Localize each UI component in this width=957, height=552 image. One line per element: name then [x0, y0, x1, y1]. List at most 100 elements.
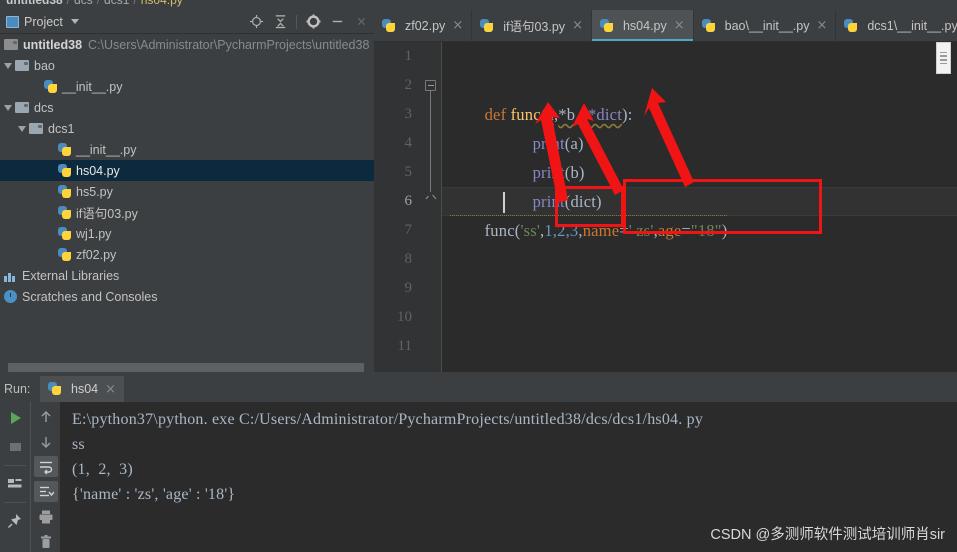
tree-item-hs04-py[interactable]: hs04.py: [0, 160, 374, 181]
gear-icon[interactable]: [302, 11, 324, 33]
toolbar-divider: [296, 14, 297, 29]
minimize-icon[interactable]: [326, 11, 348, 33]
editor-fold-column[interactable]: [420, 42, 442, 372]
inspection-line: [940, 62, 947, 65]
expand-arrow-icon[interactable]: [4, 104, 12, 111]
scroll-to-end-icon[interactable]: [33, 481, 58, 502]
inspection-line: [940, 59, 947, 61]
line-number: 11: [397, 338, 412, 354]
locate-icon[interactable]: [245, 11, 267, 33]
stop-icon[interactable]: [3, 435, 27, 459]
project-panel-toolbar: [245, 11, 374, 33]
close-icon[interactable]: ×: [452, 19, 463, 32]
fold-region-line: [430, 91, 431, 195]
breadcrumb-folder-dcs[interactable]: dcs: [74, 0, 93, 7]
python-file-icon: [58, 205, 72, 220]
chevron-down-icon[interactable]: [70, 19, 79, 24]
line-number: 4: [404, 135, 413, 151]
editor-tab-zf02-py[interactable]: zf02.py ×: [374, 10, 473, 41]
code-param-star-star-dict: **dict: [579, 105, 622, 124]
tree-item-scratches-and-consoles[interactable]: Scratches and Consoles: [0, 286, 374, 307]
tree-item-bao[interactable]: bao: [0, 55, 374, 76]
clear-all-icon[interactable]: [34, 531, 58, 552]
python-file-icon: [58, 142, 72, 157]
text-caret: [503, 192, 505, 213]
tree-item-zf02-py[interactable]: zf02.py: [0, 244, 374, 265]
tree-item-if-03-py[interactable]: if语句03.py: [0, 202, 374, 223]
project-panel-title-group[interactable]: Project: [0, 15, 79, 29]
soft-wrap-icon[interactable]: [33, 456, 58, 477]
tree-item-label: __init__.py: [62, 79, 123, 94]
breadcrumb-sep-3: /: [133, 0, 137, 7]
fold-collapse-icon[interactable]: [425, 80, 436, 91]
tree-root-name: untitled38: [23, 37, 83, 52]
run-tab-hs04[interactable]: hs04 ×: [40, 376, 125, 402]
python-file-icon: [44, 79, 58, 94]
code-call-func: func: [484, 221, 515, 240]
layout-icon[interactable]: [3, 472, 27, 496]
scroll-down-icon[interactable]: [34, 431, 58, 452]
editor-gutter[interactable]: 1 2 3 4 5 6 7 8 9 10 11: [374, 42, 420, 372]
editor-tab-label: bao\__init__.py: [724, 18, 810, 33]
scroll-up-icon[interactable]: [34, 406, 58, 427]
collapse-all-icon[interactable]: [269, 11, 291, 33]
run-toolbar-left: [0, 402, 30, 552]
tree-item-label: __init__.py: [76, 142, 137, 157]
tree-item-hs5-py[interactable]: hs5.py: [0, 181, 374, 202]
python-file-icon: [58, 184, 72, 199]
python-file-icon: [599, 18, 614, 33]
python-file-icon: [382, 18, 396, 33]
code-line-2: def func(a,*b,**dict):: [450, 71, 633, 124]
tree-item-label: bao: [34, 58, 55, 73]
folder-icon: [29, 123, 43, 134]
pin-icon[interactable]: [3, 509, 27, 533]
project-panel-title: Project: [24, 14, 63, 29]
sidebar-scroll-thumb[interactable]: [8, 363, 364, 372]
close-icon[interactable]: ×: [674, 19, 685, 32]
folder-icon: [15, 60, 29, 71]
print-icon[interactable]: [34, 506, 58, 527]
breadcrumb-file[interactable]: hs04.py: [141, 0, 183, 7]
tree-item-dcs1[interactable]: dcs1: [0, 118, 374, 139]
tree-item--init-py[interactable]: __init__.py: [0, 139, 374, 160]
close-panel-icon[interactable]: [350, 11, 372, 33]
editor-tab-label: zf02.py: [405, 18, 446, 33]
breadcrumb-folder-dcs1[interactable]: dcs1: [104, 0, 129, 7]
line-number: 7: [404, 222, 413, 238]
project-tree[interactable]: untitled38 C:\Users\Administrator\Pychar…: [0, 34, 374, 358]
close-icon[interactable]: ×: [572, 19, 583, 32]
sidebar-horizontal-scrollbar[interactable]: [0, 358, 374, 376]
tree-item-external-libraries[interactable]: External Libraries: [0, 265, 374, 286]
code-arg-str-ss: 'ss': [520, 221, 541, 240]
breadcrumb-sep-1: /: [66, 0, 71, 7]
expand-arrow-icon[interactable]: [4, 62, 12, 69]
breadcrumb-project[interactable]: untitled38: [6, 0, 63, 7]
inspection-line: [940, 51, 947, 54]
editor-tab-if-03-py[interactable]: if语句03.py ×: [472, 10, 592, 41]
editor-tab-hs04-py[interactable]: hs04.py ×: [591, 10, 694, 41]
tree-item-wj1-py[interactable]: wj1.py: [0, 223, 374, 244]
close-icon[interactable]: ×: [816, 19, 827, 32]
editor-tab-dcs1-init-py[interactable]: dcs1\__init__.py×: [836, 10, 957, 41]
editor-tab-strip[interactable]: zf02.py × if语句03.py × hs04.py × bao\__init__.p…: [374, 10, 957, 42]
tree-item-dcs[interactable]: dcs: [0, 97, 374, 118]
tree-root-row[interactable]: untitled38 C:\Users\Administrator\Pychar…: [0, 34, 374, 55]
expand-arrow-icon[interactable]: [18, 125, 26, 132]
tree-item-label: External Libraries: [22, 268, 120, 283]
tree-item-label: wj1.py: [76, 226, 112, 241]
project-icon: [6, 15, 19, 28]
close-icon[interactable]: ×: [105, 383, 116, 396]
inspections-widget[interactable]: [936, 42, 951, 74]
line-number: 9: [404, 280, 413, 296]
editor-tab-bao-init-py[interactable]: bao\__init__.py ×: [693, 10, 837, 41]
line-number: 3: [404, 106, 413, 122]
keyword-args-box: [623, 179, 822, 234]
line-number: 10: [397, 309, 412, 325]
run-panel-tabstrip: Run: hs04 ×: [0, 376, 957, 402]
tree-item--init-py[interactable]: __init__.py: [0, 76, 374, 97]
python-file-icon: [58, 226, 72, 241]
fold-region-end-icon: [425, 192, 437, 200]
python-file-icon: [844, 18, 858, 33]
run-icon[interactable]: [3, 406, 27, 430]
breadcrumb: untitled38/dcs / dcs1/hs04.py: [0, 0, 957, 10]
